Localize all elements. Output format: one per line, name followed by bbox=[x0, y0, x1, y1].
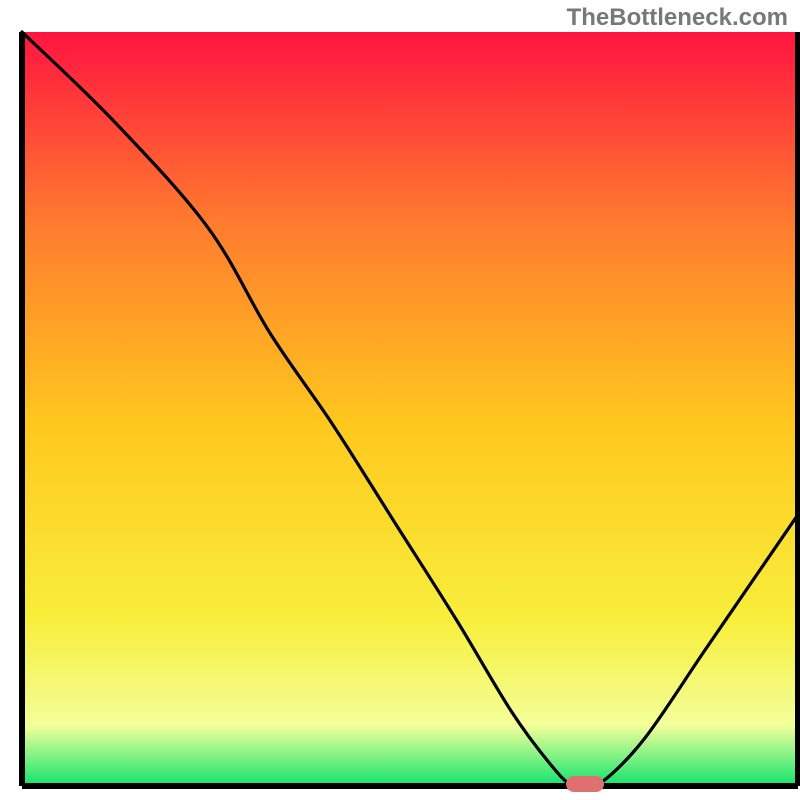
bottleneck-chart bbox=[0, 0, 800, 800]
optimal-point-marker bbox=[566, 776, 604, 792]
watermark-text: TheBottleneck.com bbox=[567, 4, 788, 32]
chart-frame: TheBottleneck.com bbox=[0, 0, 800, 800]
